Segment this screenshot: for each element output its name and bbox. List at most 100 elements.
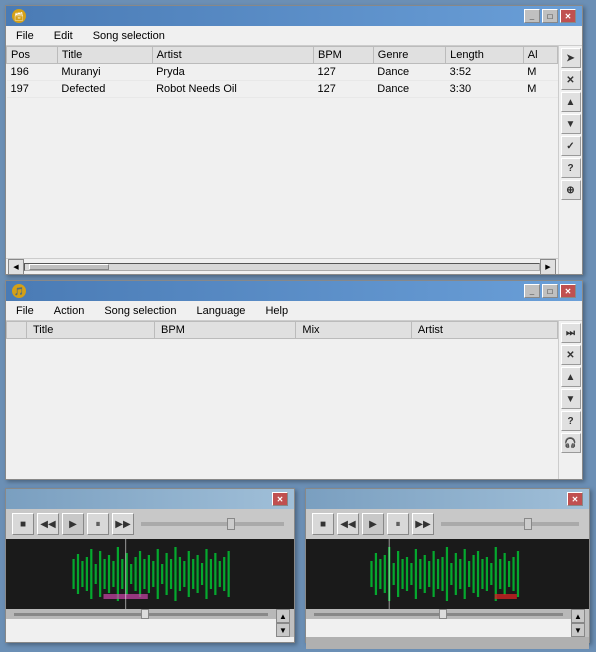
djmix-right-toolbar: ⏭ ✕ ▲ ▼ ? 🎧 <box>558 321 582 479</box>
db-table-area: Pos Title Artist BPM Genre Length Al 196… <box>6 46 558 274</box>
toolbar-up-btn[interactable]: ▲ <box>561 92 581 112</box>
db-content: Pos Title Artist BPM Genre Length Al 196… <box>6 46 582 274</box>
player2-stop-btn[interactable]: ■ <box>312 513 334 535</box>
djmix-menu-bar: File Action Song selection Language Help <box>6 301 582 321</box>
djmix-skip-end-btn[interactable]: ⏭ <box>561 323 581 343</box>
player2-close-btn[interactable]: ✕ <box>567 492 583 506</box>
col-genre: Genre <box>373 47 445 64</box>
cell-length: 3:30 <box>446 81 524 98</box>
player1-close-btn[interactable]: ✕ <box>272 492 288 506</box>
player2-next-btn[interactable]: ▶▶ <box>412 513 434 535</box>
player1-next-btn[interactable]: ▶▶ <box>112 513 134 535</box>
djmix-close-btn[interactable]: ✕ <box>561 345 581 365</box>
col-pos: Pos <box>7 47 58 64</box>
mix-col-bpm: BPM <box>155 322 296 339</box>
djmix-headphone-btn[interactable]: 🎧 <box>561 433 581 453</box>
djmix-close-btn[interactable]: ✕ <box>560 284 576 298</box>
player2-pause-btn[interactable]: ⏸ <box>387 513 409 535</box>
djmix-language-menu[interactable]: Language <box>190 303 251 319</box>
player2-prev-btn[interactable]: ◀◀ <box>337 513 359 535</box>
player2-pitch-area <box>306 609 571 637</box>
player2-pitch-slider[interactable] <box>306 609 571 619</box>
player1-window: ✕ ■ ◀◀ ▶ ⏸ ▶▶ <box>5 488 295 643</box>
table-row[interactable]: 197 Defected Robot Needs Oil 127 Dance 3… <box>7 81 558 98</box>
song-selection-menu[interactable]: Song selection <box>87 28 171 44</box>
player1-stop-btn[interactable]: ■ <box>12 513 34 535</box>
toolbar-arrow-btn[interactable]: ➤ <box>561 48 581 68</box>
player1-waveform <box>6 539 294 609</box>
player1-title-bar: ✕ <box>6 489 294 509</box>
cell-title: Muranyi <box>57 64 152 81</box>
cell-artist: Robot Needs Oil <box>152 81 313 98</box>
cell-al: M <box>523 81 557 98</box>
scroll-left-btn[interactable]: ◀ <box>8 259 24 275</box>
player2-waveform <box>306 539 589 609</box>
djmix-help-menu[interactable]: Help <box>259 303 294 319</box>
player2-pitch-thumb[interactable] <box>439 609 447 619</box>
table-row[interactable]: 196 Muranyi Pryda 127 Dance 3:52 M <box>7 64 558 81</box>
player2-title-buttons: ✕ <box>567 492 583 506</box>
player1-pitch-slider[interactable] <box>6 609 276 619</box>
scroll-thumb[interactable] <box>29 264 109 270</box>
player1-side-controls: ▲ ▼ <box>276 609 294 637</box>
djmix-question-btn[interactable]: ? <box>561 411 581 431</box>
djmix-title-buttons: _ □ ✕ <box>524 284 576 298</box>
scroll-right-btn[interactable]: ▶ <box>540 259 556 275</box>
djmix-minimize-btn[interactable]: _ <box>524 284 540 298</box>
db-table-scroll[interactable]: Pos Title Artist BPM Genre Length Al 196… <box>6 46 558 258</box>
cell-artist: Pryda <box>152 64 313 81</box>
db-menu-bar: File Edit Song selection <box>6 26 582 46</box>
toolbar-check-btn[interactable]: ✓ <box>561 136 581 156</box>
col-bpm: BPM <box>314 47 374 64</box>
scroll-track[interactable] <box>24 263 540 271</box>
maximize-button[interactable]: □ <box>542 9 558 23</box>
cell-bpm: 127 <box>314 81 374 98</box>
player1-waveform-svg <box>6 539 294 609</box>
file-menu[interactable]: File <box>10 28 40 44</box>
player1-volume-thumb[interactable] <box>227 518 235 530</box>
djmix-content: Title BPM Mix Artist ⏭ ✕ ▲ ▼ ? 🎧 <box>6 321 582 479</box>
player1-title-buttons: ✕ <box>272 492 288 506</box>
player2-volume-slider[interactable] <box>441 522 579 526</box>
player2-side-up[interactable]: ▲ <box>571 609 585 623</box>
player2-volume-thumb[interactable] <box>524 518 532 530</box>
player1-pause-btn[interactable]: ⏸ <box>87 513 109 535</box>
djmix-up-btn[interactable]: ▲ <box>561 367 581 387</box>
djmix-icon: 🎵 <box>12 284 26 298</box>
col-indicator <box>7 322 27 339</box>
watermark-bar <box>306 637 589 649</box>
player2-window: ✕ ■ ◀◀ ▶ ⏸ ▶▶ <box>305 488 590 643</box>
title-bar-left: 🗃 <box>12 9 30 23</box>
player2-side-down[interactable]: ▼ <box>571 623 585 637</box>
player2-controls: ■ ◀◀ ▶ ⏸ ▶▶ <box>306 509 589 539</box>
player1-pitch-thumb[interactable] <box>141 609 149 619</box>
minimize-button[interactable]: _ <box>524 9 540 23</box>
player2-pitch-track[interactable] <box>314 613 563 616</box>
edit-menu[interactable]: Edit <box>48 28 79 44</box>
player2-play-btn[interactable]: ▶ <box>362 513 384 535</box>
player1-volume-slider[interactable] <box>141 522 284 526</box>
player1-prev-btn[interactable]: ◀◀ <box>37 513 59 535</box>
djmix-song-selection-menu[interactable]: Song selection <box>98 303 182 319</box>
player1-side-down[interactable]: ▼ <box>276 623 290 637</box>
toolbar-question-btn[interactable]: ? <box>561 158 581 178</box>
player1-pitch-track[interactable] <box>14 613 268 616</box>
toolbar-down-btn[interactable]: ▼ <box>561 114 581 134</box>
djmix-down-btn[interactable]: ▼ <box>561 389 581 409</box>
player1-side-up[interactable]: ▲ <box>276 609 290 623</box>
cell-genre: Dance <box>373 64 445 81</box>
toolbar-close-btn[interactable]: ✕ <box>561 70 581 90</box>
close-button[interactable]: ✕ <box>560 9 576 23</box>
horizontal-scrollbar[interactable]: ◀ ▶ <box>6 258 558 274</box>
col-length: Length <box>446 47 524 64</box>
djmix-maximize-btn[interactable]: □ <box>542 284 558 298</box>
cell-al: M <box>523 64 557 81</box>
database-title-bar: 🗃 _ □ ✕ <box>6 6 582 26</box>
djmix-action-menu[interactable]: Action <box>48 303 91 319</box>
toolbar-expand-btn[interactable]: ⊕ <box>561 180 581 200</box>
djmix-file-menu[interactable]: File <box>10 303 40 319</box>
player1-play-btn[interactable]: ▶ <box>62 513 84 535</box>
col-artist: Artist <box>152 47 313 64</box>
mix-col-title: Title <box>27 322 155 339</box>
mix-col-mix: Mix <box>296 322 412 339</box>
